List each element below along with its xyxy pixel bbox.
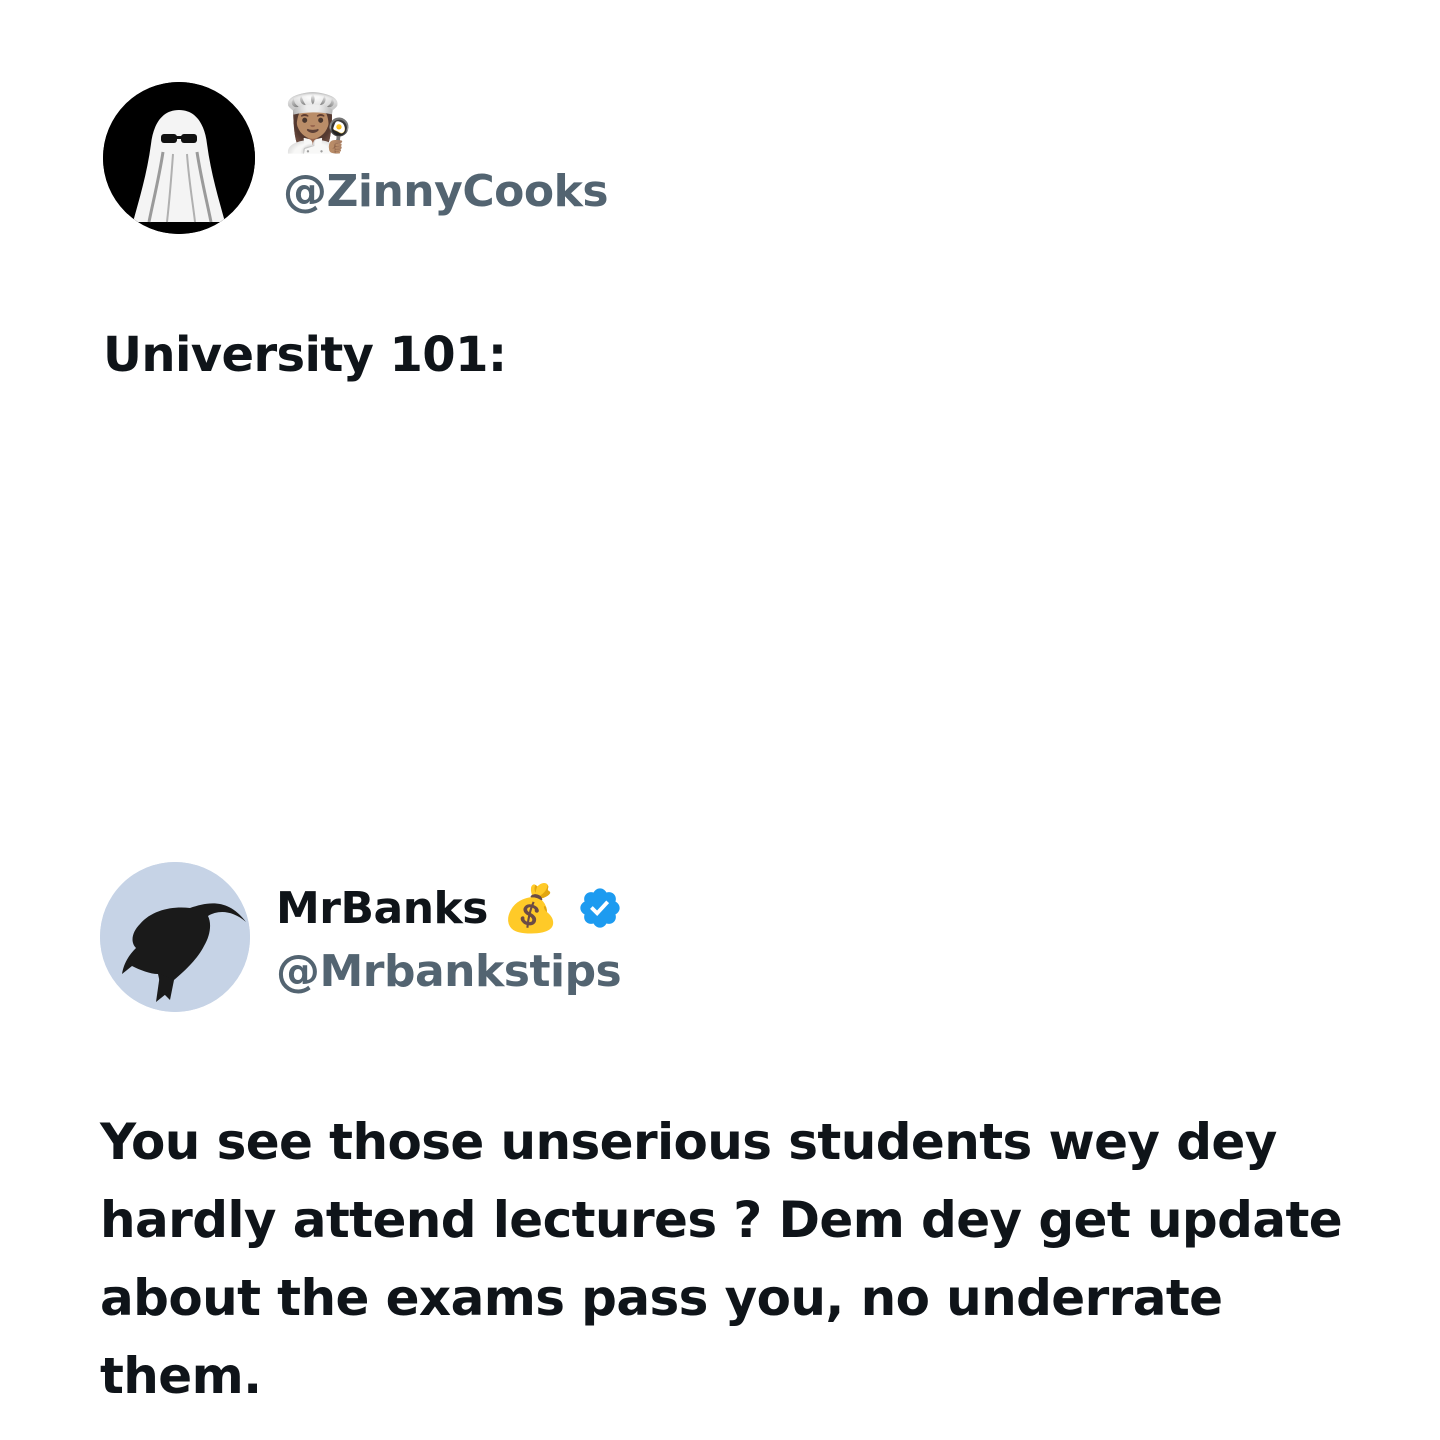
quoted-tweet: MrBanks 💰 @Mrbankstips You see those uns… (0, 850, 1440, 1410)
cook-emoji: 👩🏽‍🍳 (283, 91, 353, 156)
user-handle[interactable]: @Mrbankstips (276, 946, 622, 997)
goat-silhouette-icon (100, 862, 250, 1012)
ghost-sunglasses-icon (103, 82, 255, 234)
verified-badge-icon (577, 885, 623, 931)
tweet-text: University 101: (103, 327, 507, 383)
user-avatar[interactable] (103, 82, 255, 234)
money-bag-emoji: 💰 (502, 881, 559, 935)
user-avatar[interactable] (100, 862, 250, 1012)
user-handle[interactable]: @ZinnyCooks (283, 166, 609, 217)
quote-tweet: 👩🏽‍🍳 @ZinnyCooks University 101: (0, 0, 1440, 440)
tweet-text: You see those unserious students wey dey… (100, 1113, 1343, 1405)
display-name: MrBanks (276, 882, 489, 934)
display-name-row[interactable]: MrBanks 💰 (276, 880, 623, 936)
